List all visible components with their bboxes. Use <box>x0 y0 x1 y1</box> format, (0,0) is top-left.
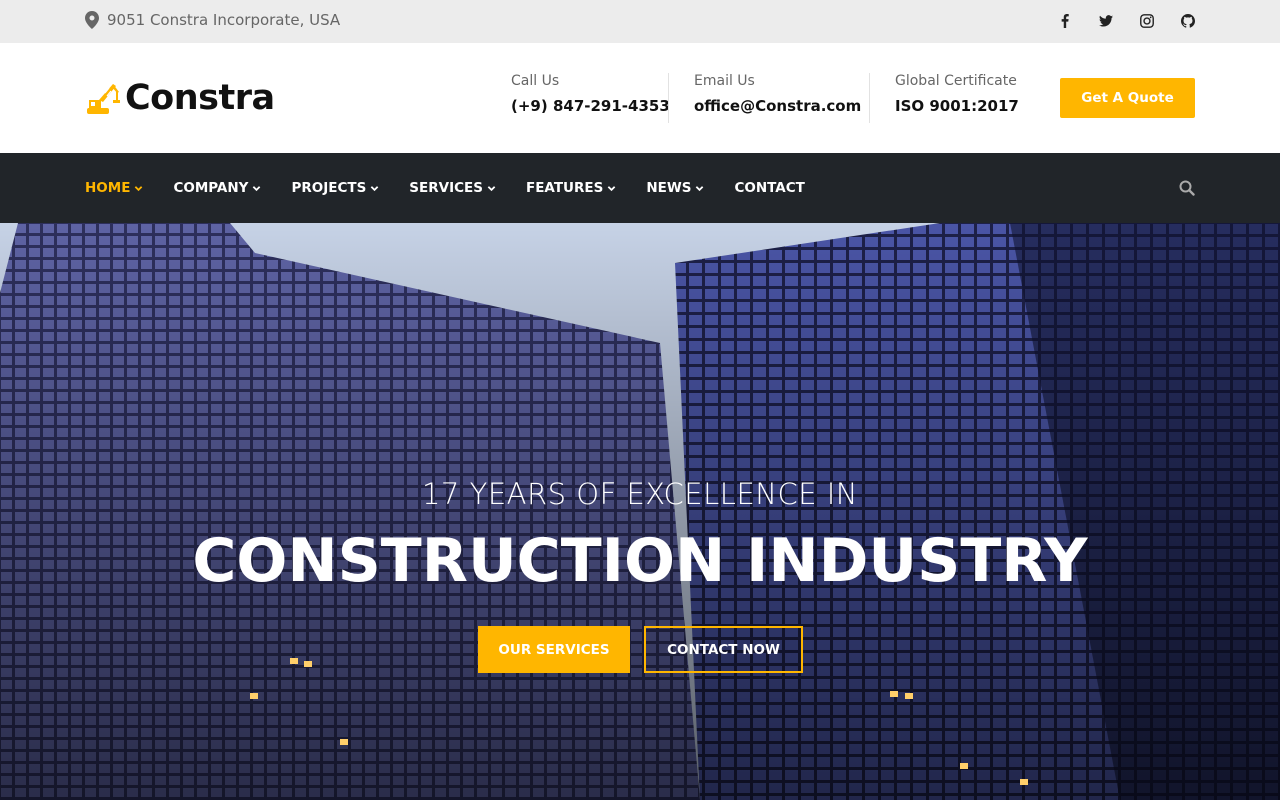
main-nav: HOME COMPANY PROJECTS SERVICES FEATURES … <box>0 153 1280 223</box>
email-us-label: Email Us <box>694 73 755 89</box>
nav-menu: HOME COMPANY PROJECTS SERVICES FEATURES … <box>85 153 835 223</box>
instagram-icon[interactable] <box>1139 12 1154 30</box>
divider <box>869 73 870 123</box>
nav-item-company[interactable]: COMPANY <box>173 180 261 196</box>
certificate-block: Global Certificate ISO 9001:2017 <box>895 73 1019 115</box>
call-us-label: Call Us <box>511 73 560 89</box>
nav-item-home[interactable]: HOME <box>85 180 143 196</box>
hero-subtitle: 17 YEARS OF EXCELLENCE IN <box>421 477 859 511</box>
nav-item-label: CONTACT <box>734 180 805 196</box>
skyscraper-background-image <box>0 223 1280 800</box>
nav-item-projects[interactable]: PROJECTS <box>291 180 379 196</box>
nav-item-label: NEWS <box>646 180 692 196</box>
twitter-icon[interactable] <box>1098 12 1113 30</box>
chevron-down-icon <box>371 185 379 191</box>
nav-item-label: HOME <box>85 180 131 196</box>
our-services-button[interactable]: OUR SERVICES <box>478 626 630 673</box>
nav-item-label: COMPANY <box>173 180 249 196</box>
contact-now-button[interactable]: CONTACT NOW <box>644 626 803 673</box>
nav-item-features[interactable]: FEATURES <box>526 180 616 196</box>
map-marker-icon <box>85 11 99 29</box>
chevron-down-icon <box>487 185 496 191</box>
address: 9051 Constra Incorporate, USA <box>85 11 340 29</box>
phone-number[interactable]: (+9) 847-291-4353 <box>511 97 670 115</box>
nav-item-label: FEATURES <box>525 180 604 196</box>
search-icon[interactable] <box>1179 180 1195 196</box>
chevron-down-icon <box>696 185 704 191</box>
logo-text: Constra <box>125 77 275 118</box>
chevron-down-icon <box>135 185 143 191</box>
certificate-label: Global Certificate <box>895 73 1017 89</box>
top-bar: 9051 Constra Incorporate, USA <box>0 0 1280 43</box>
github-icon[interactable] <box>1180 12 1195 30</box>
chevron-down-icon <box>608 185 616 191</box>
facebook-icon[interactable] <box>1057 12 1072 30</box>
nav-item-contact[interactable]: CONTACT <box>734 180 804 196</box>
nav-item-label: PROJECTS <box>291 180 367 196</box>
address-text: 9051 Constra Incorporate, USA <box>107 11 341 29</box>
logo[interactable]: Constra <box>85 80 275 116</box>
email-address[interactable]: office@Constra.com <box>694 97 861 115</box>
divider <box>668 73 669 123</box>
nav-item-news[interactable]: NEWS <box>646 180 704 196</box>
nav-item-label: SERVICES <box>409 180 483 196</box>
hero-title: CONSTRUCTION INDUSTRY <box>192 526 1088 596</box>
get-a-quote-button[interactable]: Get A Quote <box>1060 78 1195 118</box>
social-links <box>1057 12 1195 30</box>
email-us-block: Email Us office@Constra.com <box>694 73 861 115</box>
site-header: Constra Call Us (+9) 847-291-4353 Email … <box>0 43 1280 153</box>
call-us-block: Call Us (+9) 847-291-4353 <box>511 73 670 115</box>
certificate-value: ISO 9001:2017 <box>895 97 1019 115</box>
nav-item-services[interactable]: SERVICES <box>409 180 496 196</box>
hero-banner: 17 YEARS OF EXCELLENCE IN CONSTRUCTION I… <box>0 223 1280 800</box>
crane-logo-icon <box>87 84 120 114</box>
chevron-down-icon <box>253 185 261 191</box>
